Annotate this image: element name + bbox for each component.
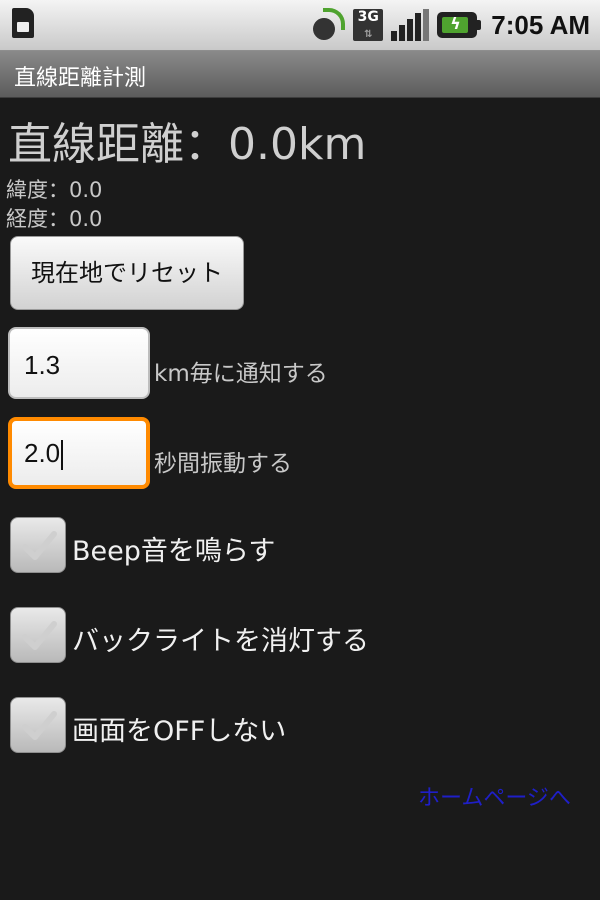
backlight-off-checkbox-row[interactable]: バックライトを消灯する xyxy=(10,607,590,667)
status-bar: 3G ⇅ ϟ 7:05 AM xyxy=(0,0,600,51)
app-title-bar: 直線距離計測 xyxy=(0,51,600,98)
gps-icon xyxy=(310,8,346,44)
status-clock: 7:05 AM xyxy=(491,9,590,40)
latitude-display: 緯度：0.0 xyxy=(6,178,103,202)
signal-icon xyxy=(391,9,430,41)
distance-display: 直線距離：0.0km xyxy=(8,119,367,170)
longitude-display: 経度：0.0 xyxy=(6,207,103,231)
check-icon xyxy=(22,531,57,560)
screen-stay-on-checkbox-label: 画面をOFFしない xyxy=(72,716,287,747)
homepage-link[interactable]: ホームページへ xyxy=(418,780,600,812)
check-icon xyxy=(22,711,57,740)
status-right: 3G ⇅ ϟ 7:05 AM xyxy=(310,6,590,44)
notify-distance-value: 1.3 xyxy=(24,350,61,380)
reset-to-current-location-button[interactable]: 現在地でリセット xyxy=(10,236,244,310)
backlight-off-checkbox[interactable] xyxy=(10,607,66,663)
screen-stay-on-checkbox-row[interactable]: 画面をOFFしない xyxy=(10,697,590,757)
check-icon xyxy=(22,621,57,650)
status-left xyxy=(12,8,34,38)
app-title: 直線距離計測 xyxy=(14,66,147,91)
notify-distance-input[interactable]: 1.3 xyxy=(8,327,150,399)
screen-stay-on-checkbox[interactable] xyxy=(10,697,66,753)
beep-checkbox[interactable] xyxy=(10,517,66,573)
battery-icon: ϟ xyxy=(437,12,482,38)
sim-icon xyxy=(12,8,34,38)
text-cursor xyxy=(61,440,64,471)
vibrate-seconds-label: 秒間振動する xyxy=(154,451,292,477)
notify-distance-label: km毎に通知する xyxy=(154,361,328,387)
beep-checkbox-label: Beep音を鳴らす xyxy=(72,536,276,567)
backlight-off-checkbox-label: バックライトを消灯する xyxy=(72,626,369,657)
3g-icon: 3G ⇅ xyxy=(353,9,384,41)
beep-checkbox-row[interactable]: Beep音を鳴らす xyxy=(10,517,590,577)
vibrate-seconds-input[interactable]: 2.0 xyxy=(8,417,150,489)
network-badge-text: 3G xyxy=(357,9,379,25)
vibrate-seconds-value: 2.0 xyxy=(24,438,61,468)
